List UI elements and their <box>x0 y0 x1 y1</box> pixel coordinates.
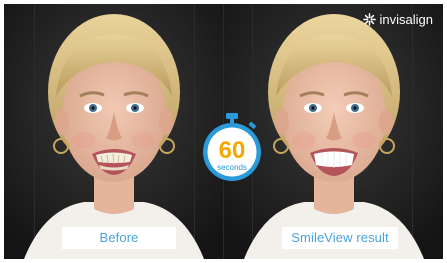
before-photo <box>4 4 223 259</box>
starburst-logo-icon <box>362 13 376 26</box>
timer-unit: seconds <box>217 163 247 172</box>
comparison-frame: invisalign 60 seconds Before SmileView r… <box>4 4 443 259</box>
timer-value: 60 <box>218 137 246 164</box>
brand-name: invisalign <box>379 12 433 27</box>
invisalign-logo: invisalign <box>362 12 433 27</box>
after-label: SmileView result <box>282 227 398 249</box>
stopwatch-badge: 60 seconds <box>200 112 264 184</box>
before-label: Before <box>62 227 176 249</box>
before-panel <box>4 4 223 259</box>
